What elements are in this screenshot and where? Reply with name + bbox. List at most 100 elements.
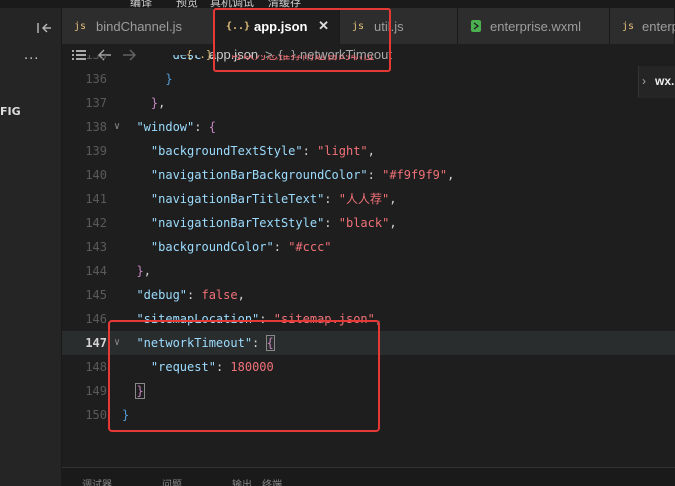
code-token: "backgroundTextStyle" [150,144,303,158]
code-token: , [158,96,166,110]
code-line[interactable]: 138 ∨ "window": { [62,115,675,139]
line-number: 142 [85,216,107,230]
line-number: 144 [85,264,107,278]
outline-panel[interactable]: › wx. [638,66,675,98]
menu-clear-cache[interactable]: 清缓存 [268,0,301,8]
tab-debugger[interactable]: 调试器 [82,476,112,486]
menu-device-debug[interactable]: 真机调试 [210,0,254,8]
code-token: "light" [317,144,368,158]
line-number: 138 [85,120,107,134]
code-token: , [237,288,245,302]
chevron-right-icon[interactable]: › [642,74,646,88]
code-text: "debug": false, [122,283,245,307]
line-number: 141 [85,192,107,206]
code-token: "navigationBarTitleText" [150,192,325,206]
tab-terminal[interactable]: 终端 [262,476,282,486]
code-token: } [165,72,173,86]
code-token: : [302,144,318,158]
code-line[interactable]: 137 }, [62,91,675,115]
bottom-panel-tabs: 调试器 问题 输出 终端 [62,467,675,486]
tab-label: enterprise.wxml [490,18,582,34]
line-number: 150 [85,408,107,422]
highlight-box-code [108,320,380,432]
line-number: 149 [85,384,107,398]
code-token: : [324,192,339,206]
code-line[interactable]: 141 "navigationBarTitleText": "人人荐", [62,187,675,211]
code-line[interactable]: 144 }, [62,259,675,283]
code-token: } [136,264,144,278]
code-token: "desc" [165,55,209,62]
fold-chevron-icon[interactable]: ∨ [114,115,120,139]
line-number: 146 [85,312,107,326]
js-file-icon: js [622,20,635,32]
top-menu-strip: 编译 预览 真机调试 清缓存 [0,0,675,8]
menu-compile[interactable]: 编译 [130,0,152,8]
tab-enterprise-js[interactable]: js enterp [610,8,675,44]
tab-problems[interactable]: 问题 [162,476,182,486]
code-token: "navigationBarTextStyle" [150,216,325,230]
wxml-file-icon [471,20,481,32]
tab-label: enterp [642,18,675,34]
code-token: { [208,120,216,134]
code-token: "#f9f9f9" [382,168,448,182]
code-text: "window": { [122,115,216,139]
tab-enterprise-wxml[interactable]: enterprise.wxml [458,8,610,44]
code-text: "navigationBarBackgroundColor": "#f9f9f9… [122,163,454,187]
sidebar-section-title[interactable]: FIG [0,105,21,118]
code-line[interactable]: 140 "navigationBarBackgroundColor": "#f9… [62,163,675,187]
code-token: "black" [338,216,390,230]
code-text: "backgroundColor": "#ccc" [122,235,332,259]
line-number: 147 [85,336,107,350]
line-number: 137 [85,96,107,110]
code-token: , [143,264,151,278]
code-text: }, [122,91,165,115]
tab-output[interactable]: 输出 [232,476,252,486]
code-line[interactable]: 139 "backgroundTextStyle": "light", [62,139,675,163]
code-text: "navigationBarTextStyle": "black", [122,211,397,235]
tab-bindchannel-js[interactable]: js bindChannel.js [62,8,214,44]
line-number: 140 [85,168,107,182]
code-line[interactable]: 142 "navigationBarTextStyle": "black", [62,211,675,235]
highlight-box-tab [213,8,391,72]
code-token: , [367,144,375,158]
code-token: "backgroundColor" [150,240,274,254]
more-actions-icon[interactable]: ··· [24,52,39,67]
explorer-sidebar: ··· FIG [0,8,62,486]
code-token: , [389,192,397,206]
code-line[interactable]: 145 "debug": false, [62,283,675,307]
tab-label: bindChannel.js [96,18,183,34]
line-number: 143 [85,240,107,254]
code-token: , [447,168,455,182]
menu-preview[interactable]: 预览 [176,0,198,8]
code-token: : [187,288,202,302]
js-file-icon: js [74,20,87,32]
code-token: , [389,216,397,230]
line-number: 136 [85,72,107,86]
collapse-sidebar-icon[interactable] [36,20,52,36]
code-token: : [273,240,289,254]
line-number: 139 [85,144,107,158]
line-number: 148 [85,360,107,374]
code-token: : [194,120,209,134]
code-line[interactable]: 143 "backgroundColor": "#ccc" [62,235,675,259]
line-number: 145 [85,288,107,302]
code-token: "#ccc" [288,240,332,254]
code-token: false [201,288,238,302]
code-text: }, [122,259,151,283]
code-token: "window" [136,120,195,134]
code-token: "debug" [136,288,188,302]
code-text: "navigationBarTitleText": "人人荐", [122,187,397,211]
code-token: : [367,168,383,182]
line-number: 135 [85,55,107,62]
